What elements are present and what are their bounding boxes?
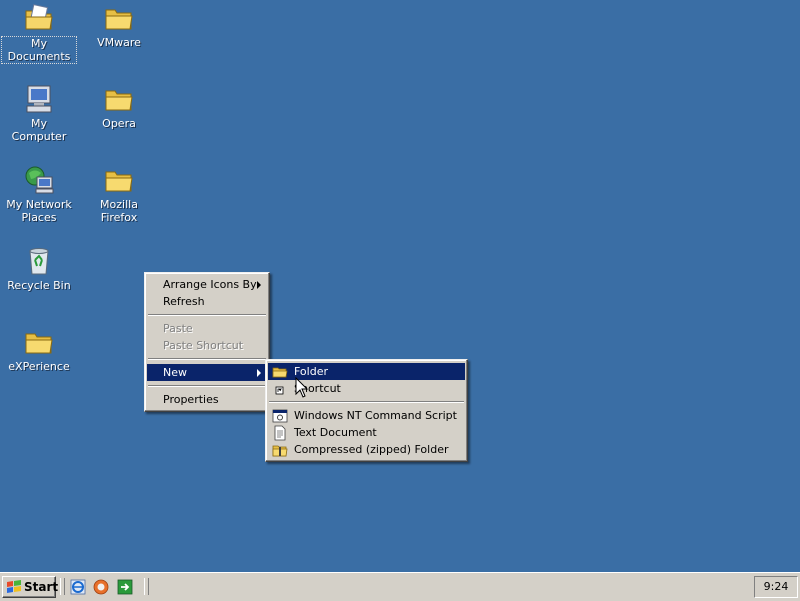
taskbar: Start 9:24 [0,572,800,601]
folder-icon [272,367,288,378]
taskbar-grip[interactable] [60,578,65,595]
desktop-icon-label: eXPerience [8,360,70,373]
menu-item-label: Text Document [294,426,377,439]
desktop-icon-vmware[interactable]: VMware [81,2,157,49]
submenu-arrow-icon [257,369,261,377]
my-computer-icon [26,85,52,113]
network-places-icon [25,166,54,194]
recycle-bin-icon [29,248,49,275]
submenu-item-compressed-zipped-folder[interactable]: Compressed (zipped) Folder [268,441,465,458]
desktop-icon-recycle-bin[interactable]: Recycle Bin [1,245,77,292]
taskbar-grip[interactable] [144,578,149,595]
clock-time: 9:24 [763,580,789,593]
desktop-icon-label: My Documents [1,36,77,64]
start-button[interactable]: Start [2,576,59,598]
internet-explorer-icon[interactable] [70,579,86,595]
menu-separator [148,358,266,360]
menu-item-label: Refresh [163,295,205,308]
new-submenu: Folder Shortcut Windows NT Command Scrip… [265,359,468,462]
menu-item-label: Compressed (zipped) Folder [294,443,449,456]
shortcut-icon [275,386,284,395]
desktop-icon-mozilla-firefox[interactable]: Mozilla Firefox [81,164,157,224]
folder-icon [105,9,133,30]
submenu-item-windows-nt-command-script[interactable]: Windows NT Command Script [268,407,465,424]
desktop-icon-my-computer[interactable]: My Computer [1,83,77,143]
menu-item-label: Paste [163,322,193,335]
desktop-icon-label: Mozilla Firefox [100,198,138,224]
menu-separator [269,401,464,403]
desktop-icon-label: VMware [97,36,141,49]
mouse-cursor-icon [295,377,309,398]
desktop-icon-label: My Network Places [6,198,72,224]
menu-item-label: Windows NT Command Script [294,409,457,422]
firefox-icon[interactable] [93,579,109,595]
desktop-icon-my-network-places[interactable]: My Network Places [1,164,77,224]
command-script-icon [272,409,288,423]
menu-item-arrange-icons-by[interactable]: Arrange Icons By [147,276,267,293]
system-tray-clock[interactable]: 9:24 [754,576,798,598]
menu-item-new[interactable]: New [147,364,267,381]
my-documents-icon [25,4,53,30]
menu-item-properties[interactable]: Properties [147,391,267,408]
menu-item-label: Properties [163,393,219,406]
menu-separator [148,385,266,387]
text-document-icon [274,425,286,441]
desktop-icon-label: My Computer [11,117,67,143]
menu-item-label: New [163,366,187,379]
desktop-context-menu: Arrange Icons By Refresh Paste Paste Sho… [144,272,270,412]
folder-icon [105,171,133,192]
menu-separator [148,314,266,316]
desktop-icon-my-documents[interactable]: My Documents [1,2,77,64]
folder-icon [105,90,133,111]
submenu-arrow-icon [257,281,261,289]
desktop-icon-label: Recycle Bin [7,279,71,292]
start-button-label: Start [24,580,59,594]
menu-item-label: Arrange Icons By [163,278,257,291]
zipped-folder-icon [272,445,288,457]
folder-icon [25,333,53,354]
menu-item-refresh[interactable]: Refresh [147,293,267,310]
desktop[interactable]: My Documents VMware My Computer Opera My… [0,0,800,572]
show-desktop-icon[interactable] [117,579,133,595]
menu-item-paste-shortcut[interactable]: Paste Shortcut [147,337,267,354]
windows-flag-icon [7,580,21,593]
desktop-icon-opera[interactable]: Opera [81,83,157,130]
menu-item-paste[interactable]: Paste [147,320,267,337]
submenu-item-text-document[interactable]: Text Document [268,424,465,441]
menu-item-label: Paste Shortcut [163,339,244,352]
desktop-icon-label: Opera [102,117,136,130]
desktop-icon-experience[interactable]: eXPerience [1,326,77,373]
